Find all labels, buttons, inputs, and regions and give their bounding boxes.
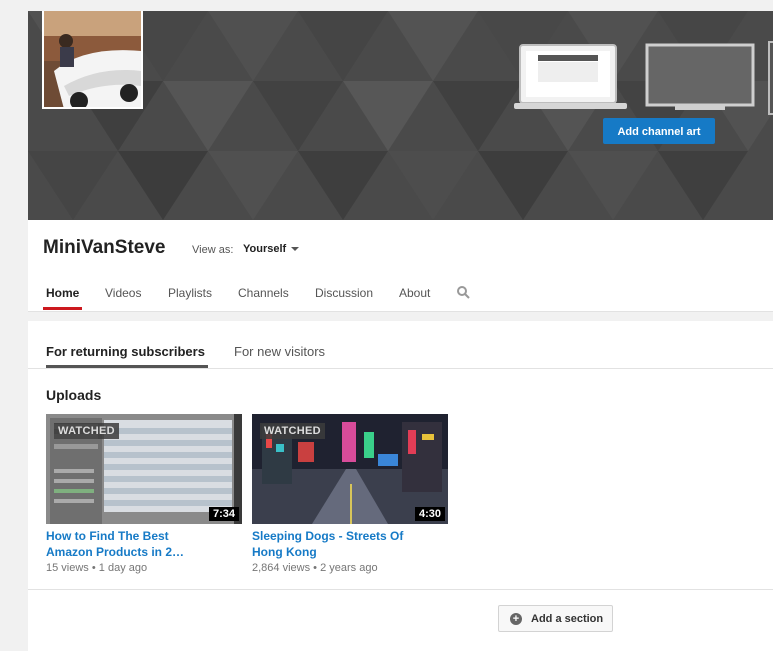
video-thumbnail[interactable]: WATCHED 7:34 <box>46 414 242 524</box>
video-item: WATCHED 4:30 Sleeping Dogs - Streets Of … <box>252 414 448 574</box>
tab-playlists[interactable]: Playlists <box>168 286 212 300</box>
channel-page: Add channel art MiniVanSteve View as: Yo… <box>28 0 773 651</box>
video-views: 2,864 views <box>252 562 311 574</box>
search-icon[interactable] <box>457 286 470 304</box>
video-title-line: Hong Kong <box>252 545 317 559</box>
view-as-dropdown[interactable]: Yourself <box>243 243 300 255</box>
meta-separator: • <box>313 562 318 574</box>
video-duration: 4:30 <box>414 507 445 521</box>
tab-discussion[interactable]: Discussion <box>315 286 373 300</box>
avatar-image <box>44 11 141 107</box>
video-title-line: How to Find The Best <box>46 529 169 543</box>
watched-badge: WATCHED <box>54 423 119 439</box>
uploads-title[interactable]: Uploads <box>46 387 101 403</box>
video-age: 1 day ago <box>98 562 148 574</box>
tablet-preview-icon <box>768 41 773 115</box>
active-tab-indicator <box>43 307 82 310</box>
channel-avatar[interactable] <box>42 11 143 109</box>
add-section-label: Add a section <box>531 613 604 625</box>
video-title[interactable]: How to Find The Best Amazon Products in … <box>46 528 242 560</box>
video-views: 15 views <box>46 562 89 574</box>
video-duration: 7:34 <box>208 507 239 521</box>
meta-separator: • <box>91 562 96 574</box>
subtab-new-visitors[interactable]: For new visitors <box>234 344 325 359</box>
video-title[interactable]: Sleeping Dogs - Streets Of Hong Kong <box>252 528 448 560</box>
tab-home[interactable]: Home <box>46 286 79 300</box>
add-section-button[interactable]: + Add a section <box>498 605 613 632</box>
add-channel-art-button[interactable]: Add channel art <box>603 118 715 144</box>
channel-header: MiniVanSteve View as: Yourself Home Vide… <box>28 220 773 312</box>
tv-preview-icon <box>645 43 757 118</box>
laptop-preview-icon <box>514 43 629 118</box>
divider <box>28 368 773 369</box>
video-meta: 2,864 views • 2 years ago <box>252 562 448 574</box>
view-as-value: Yourself <box>243 243 287 255</box>
tab-videos[interactable]: Videos <box>105 286 141 300</box>
video-age: 2 years ago <box>320 562 378 574</box>
caret-down-icon <box>291 247 300 252</box>
tab-channels[interactable]: Channels <box>238 286 289 300</box>
channel-banner: Add channel art <box>28 11 773 220</box>
view-as-label: View as: <box>192 244 234 256</box>
plus-circle-icon: + <box>510 613 522 625</box>
video-title-line: Amazon Products in 2… <box>46 545 185 559</box>
tab-about[interactable]: About <box>399 286 430 300</box>
channel-name[interactable]: MiniVanSteve <box>43 237 166 259</box>
video-item: WATCHED 7:34 How to Find The Best Amazon… <box>46 414 242 574</box>
channel-content: For returning subscribers For new visito… <box>28 321 773 651</box>
video-thumbnail[interactable]: WATCHED 4:30 <box>252 414 448 524</box>
video-meta: 15 views • 1 day ago <box>46 562 242 574</box>
subtab-returning-subscribers[interactable]: For returning subscribers <box>46 344 205 359</box>
watched-badge: WATCHED <box>260 423 325 439</box>
divider <box>28 589 773 590</box>
video-title-line: Sleeping Dogs - Streets Of <box>252 529 404 543</box>
